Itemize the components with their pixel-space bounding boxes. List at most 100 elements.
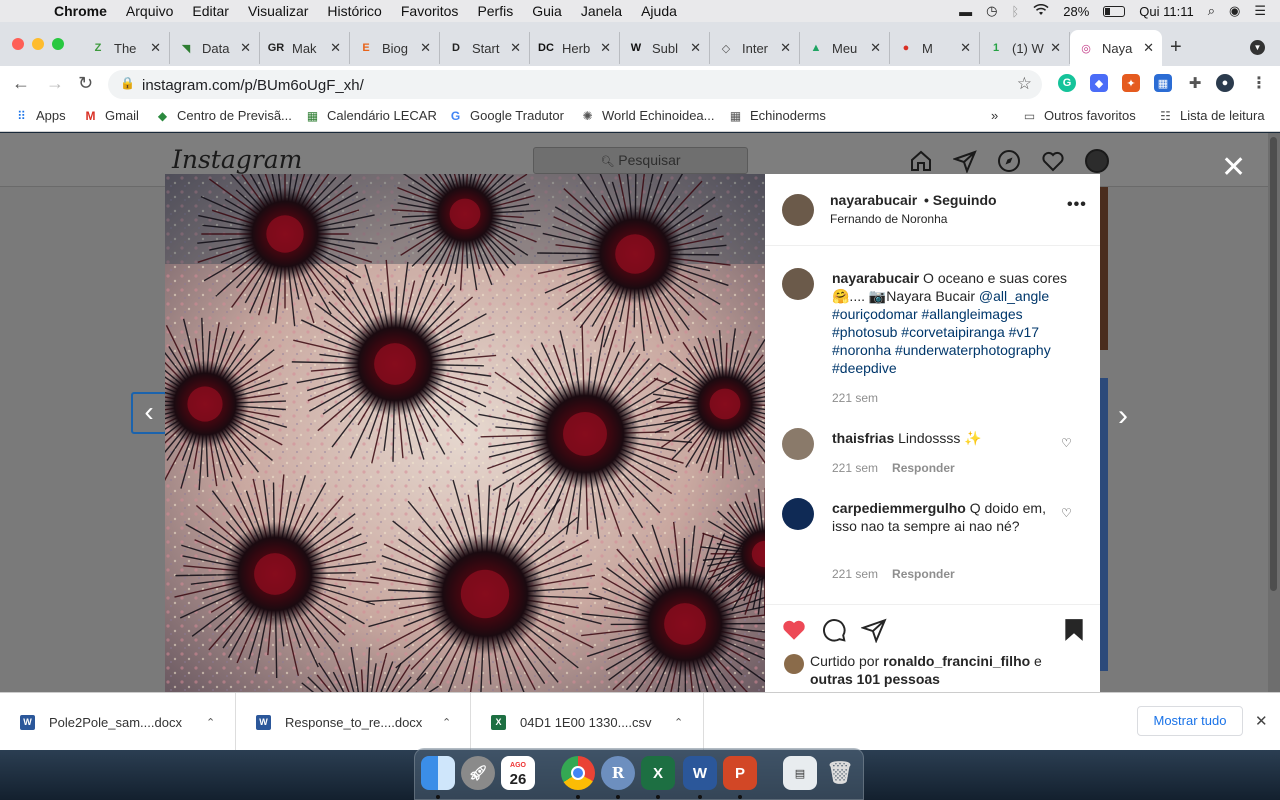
menu-item[interactable]: Janela — [581, 3, 622, 19]
download-item[interactable]: W Pole2Pole_sam....docx ⌃ — [0, 693, 236, 751]
address-bar[interactable]: 🔒 instagram.com/p/BUm6oUgF_xh/ ☆ — [108, 70, 1042, 99]
browser-tab[interactable]: E Biog ✕ — [350, 32, 440, 64]
comment-like-heart-icon[interactable]: ♡ — [1061, 436, 1072, 450]
extension-icon[interactable]: ▦ — [1154, 74, 1172, 92]
browser-tab[interactable]: GR Mak ✕ — [260, 32, 350, 64]
bookmark-echinoderms[interactable]: ▦ Echinoderms — [728, 108, 826, 123]
author-username[interactable]: nayarabucair — [830, 192, 917, 208]
bookmark-centro-previsao[interactable]: ◆ Centro de Previsã... — [155, 108, 292, 123]
forward-arrow-icon[interactable]: → — [46, 73, 64, 94]
show-all-downloads-button[interactable]: Mostrar tudo — [1137, 706, 1243, 736]
tab-close-icon[interactable]: ✕ — [510, 40, 521, 56]
new-tab-button[interactable]: + — [1170, 36, 1182, 59]
browser-tab[interactable]: ▲ Meu ✕ — [800, 32, 890, 64]
display-icon[interactable]: ▬ — [959, 4, 972, 19]
browser-tab[interactable]: ◇ Inter ✕ — [710, 32, 800, 64]
saved-bookmark-icon[interactable] — [1061, 617, 1087, 643]
browser-tab[interactable]: ◎ Naya ✕ — [1070, 30, 1162, 66]
reply-button[interactable]: Responder — [892, 461, 955, 475]
minimize-window-button[interactable] — [32, 38, 44, 50]
chevron-up-icon[interactable]: ⌃ — [674, 716, 683, 729]
menu-item[interactable]: Ajuda — [641, 3, 677, 19]
post-photo[interactable] — [165, 174, 765, 692]
home-icon[interactable] — [909, 149, 933, 173]
browser-tab[interactable]: D Start ✕ — [440, 32, 530, 64]
browser-tab[interactable]: 1 (1) W ✕ — [980, 32, 1070, 64]
caption-avatar[interactable] — [782, 268, 814, 300]
liked-user[interactable]: ronaldo_francini_filho — [883, 653, 1030, 669]
menu-item[interactable]: Guia — [532, 3, 562, 19]
chevron-up-icon[interactable]: ⌃ — [206, 716, 215, 729]
bookmark-star-icon[interactable]: ☆ — [1017, 74, 1032, 94]
close-window-button[interactable] — [12, 38, 24, 50]
direct-messages-icon[interactable] — [953, 149, 977, 173]
comment-like-heart-icon[interactable]: ♡ — [1061, 506, 1072, 520]
powerpoint-icon[interactable]: P — [723, 756, 757, 790]
comment-username[interactable]: carpediemmergulho — [832, 500, 966, 516]
bookmarks-overflow-button[interactable]: » — [991, 108, 998, 123]
post-location[interactable]: Fernando de Noronha — [830, 212, 947, 226]
tab-close-icon[interactable]: ✕ — [870, 40, 881, 56]
liker-avatar[interactable] — [784, 654, 804, 674]
like-heart-icon[interactable] — [781, 617, 807, 643]
back-arrow-icon[interactable]: ← — [12, 73, 30, 94]
menu-item[interactable]: Histórico — [327, 3, 381, 19]
menu-item[interactable]: Favoritos — [401, 3, 459, 19]
menu-app-name[interactable]: Chrome — [54, 3, 107, 19]
menu-item[interactable]: Arquivo — [126, 3, 173, 19]
menu-item[interactable]: Editar — [192, 3, 229, 19]
download-item[interactable]: W Response_to_re....docx ⌃ — [236, 693, 471, 751]
activity-heart-icon[interactable] — [1041, 149, 1065, 173]
caption-time[interactable]: 221 sem — [832, 391, 878, 405]
reload-icon[interactable]: ↻ — [78, 73, 93, 94]
instagram-logo[interactable]: Instagram — [172, 145, 302, 174]
comment-bubble-icon[interactable] — [821, 617, 847, 643]
time-machine-icon[interactable]: ◷ — [986, 3, 997, 19]
reply-button[interactable]: Responder — [892, 567, 955, 581]
battery-icon[interactable] — [1103, 5, 1126, 17]
bookmark-outros-favoritos[interactable]: ▭ Outros favoritos — [1022, 108, 1136, 123]
menu-item[interactable]: Perfis — [477, 3, 513, 19]
comment-avatar[interactable] — [782, 498, 814, 530]
finder-icon[interactable] — [421, 756, 455, 790]
author-avatar[interactable] — [782, 194, 814, 226]
bluetooth-icon[interactable]: ᛒ — [1011, 4, 1019, 19]
browser-tab[interactable]: ● M ✕ — [890, 32, 980, 64]
tab-close-icon[interactable]: ✕ — [150, 40, 161, 56]
following-button[interactable]: • Seguindo — [924, 192, 997, 208]
browser-tab[interactable]: Z The ✕ — [82, 32, 170, 64]
extension-icon[interactable]: ✦ — [1122, 74, 1140, 92]
comment-time[interactable]: 221 sem — [832, 461, 878, 475]
explore-compass-icon[interactable] — [997, 149, 1021, 173]
browser-tab[interactable]: ◥ Data ✕ — [170, 32, 260, 64]
browser-tab[interactable]: DC Herb ✕ — [530, 32, 620, 64]
close-modal-icon[interactable]: ✕ — [1221, 153, 1246, 183]
reading-list-button[interactable]: ☷ Lista de leitura — [1158, 108, 1264, 123]
liked-others[interactable]: outras 101 pessoas — [810, 671, 940, 687]
chevron-up-icon[interactable]: ⌃ — [442, 716, 451, 729]
profile-avatar[interactable]: ● — [1216, 74, 1234, 92]
wifi-icon[interactable] — [1033, 3, 1049, 19]
profile-avatar[interactable] — [1085, 149, 1109, 173]
comment-time[interactable]: 221 sem — [832, 567, 878, 581]
bookmark-calendario-lecar[interactable]: ▦ Calendário LECAR — [305, 108, 437, 123]
extension-icon[interactable]: ◆ — [1090, 74, 1108, 92]
bookmark-world-echinoidea[interactable]: ✺ World Echinoidea... — [580, 108, 714, 123]
spotlight-icon[interactable]: ⌕ — [1208, 3, 1215, 19]
menu-item[interactable]: Visualizar — [248, 3, 308, 19]
tab-close-icon[interactable]: ✕ — [330, 40, 341, 56]
share-icon[interactable] — [861, 617, 887, 643]
chrome-menu-icon[interactable]: ⋮ — [1250, 74, 1268, 92]
instagram-search-input[interactable]: 🔍︎ Pesquisar — [533, 147, 748, 174]
control-center-icon[interactable]: ☰ — [1254, 3, 1266, 19]
user-icon[interactable]: ◉ — [1229, 3, 1240, 19]
calendar-icon[interactable]: AGO 26 — [501, 756, 535, 790]
bookmark-gmail[interactable]: M Gmail — [83, 108, 139, 123]
tab-close-icon[interactable]: ✕ — [240, 40, 251, 56]
tab-close-icon[interactable]: ✕ — [690, 40, 701, 56]
bookmark-apps[interactable]: ⠿ Apps — [14, 108, 66, 123]
tab-close-icon[interactable]: ✕ — [420, 40, 431, 56]
close-downloads-icon[interactable]: ✕ — [1255, 712, 1268, 730]
preview-documents-icon[interactable]: ▤ — [783, 756, 817, 790]
excel-icon[interactable]: X — [641, 756, 675, 790]
